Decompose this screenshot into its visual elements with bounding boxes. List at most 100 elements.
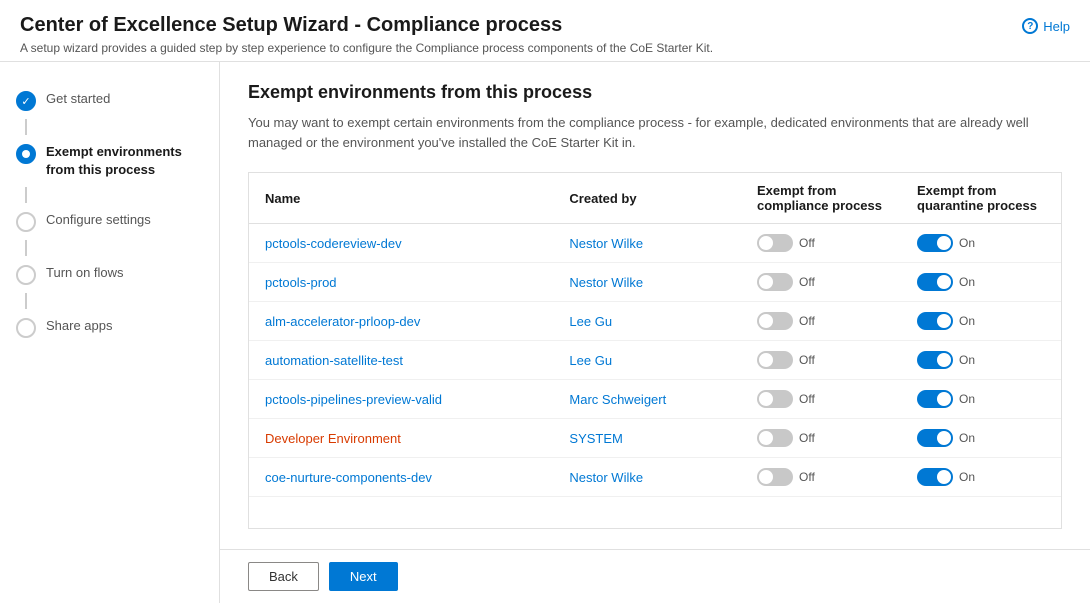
env-name-cell[interactable]: automation-satellite-test <box>249 341 553 380</box>
compliance-toggle-container: Off <box>757 468 885 486</box>
quarantine-toggle[interactable] <box>917 468 953 486</box>
table-row: pctools-pipelines-preview-validMarc Schw… <box>249 380 1061 419</box>
compliance-toggle-knob <box>759 275 773 289</box>
section-title: Exempt environments from this process <box>248 82 1062 103</box>
quarantine-toggle-knob <box>937 431 951 445</box>
quarantine-toggle-label: On <box>959 392 975 406</box>
compliance-toggle-cell[interactable]: Off <box>741 419 901 458</box>
quarantine-toggle-cell[interactable]: On <box>901 380 1061 419</box>
compliance-toggle-label: Off <box>799 314 815 328</box>
sidebar-item-turn-on-flows[interactable]: Turn on flows <box>0 256 219 293</box>
table-row: pctools-codereview-devNestor Wilke Off On <box>249 224 1061 263</box>
quarantine-toggle-cell[interactable]: On <box>901 341 1061 380</box>
table-row: pctools-prodNestor WilkeOffOn <box>249 263 1061 302</box>
sidebar-label-flows: Turn on flows <box>46 264 124 282</box>
compliance-toggle-cell[interactable]: Off <box>741 380 901 419</box>
quarantine-toggle-container: On <box>917 273 1045 291</box>
compliance-toggle[interactable] <box>757 429 793 447</box>
quarantine-toggle[interactable] <box>917 234 953 252</box>
quarantine-toggle-label: On <box>959 353 975 367</box>
quarantine-toggle-cell[interactable]: On <box>901 302 1061 341</box>
step-circle-flows <box>16 265 36 285</box>
compliance-toggle-label: Off <box>799 392 815 406</box>
created-by-cell: Marc Schweigert <box>553 380 741 419</box>
sidebar-label-exempt: Exempt environments from this process <box>46 143 203 179</box>
quarantine-toggle-cell[interactable]: On <box>901 419 1061 458</box>
compliance-toggle-label: Off <box>799 236 815 250</box>
env-name-cell[interactable]: pctools-prod <box>249 263 553 302</box>
step-connector-2 <box>25 187 27 203</box>
compliance-toggle[interactable] <box>757 234 793 252</box>
compliance-toggle-container: Off <box>757 273 885 291</box>
env-name-cell[interactable]: pctools-pipelines-preview-valid <box>249 380 553 419</box>
section-description: You may want to exempt certain environme… <box>248 113 1062 152</box>
compliance-toggle[interactable] <box>757 312 793 330</box>
env-name-cell[interactable]: Developer Environment <box>249 419 553 458</box>
compliance-toggle-knob <box>759 236 773 250</box>
created-by-cell: Lee Gu <box>553 341 741 380</box>
table-row: coe-nurture-components-devNestor WilkeOf… <box>249 458 1061 497</box>
quarantine-toggle-cell[interactable]: On <box>901 263 1061 302</box>
step-connector-3 <box>25 240 27 256</box>
quarantine-toggle[interactable] <box>917 429 953 447</box>
env-name-cell[interactable]: coe-nurture-components-dev <box>249 458 553 497</box>
header: Center of Excellence Setup Wizard - Comp… <box>0 0 1090 62</box>
quarantine-toggle[interactable] <box>917 351 953 369</box>
compliance-toggle-cell[interactable]: Off <box>741 341 901 380</box>
content-body: Exempt environments from this process Yo… <box>220 62 1090 549</box>
col-header-created-by: Created by <box>553 173 741 224</box>
compliance-toggle[interactable] <box>757 390 793 408</box>
compliance-toggle-knob <box>759 353 773 367</box>
compliance-toggle[interactable] <box>757 273 793 291</box>
environments-table: Name Created by Exempt from compliance p… <box>249 173 1061 497</box>
sidebar-item-configure-settings[interactable]: Configure settings <box>0 203 219 240</box>
header-text: Center of Excellence Setup Wizard - Comp… <box>20 14 713 55</box>
table-row: alm-accelerator-prloop-devLee GuOffOn <box>249 302 1061 341</box>
quarantine-toggle-knob <box>937 236 951 250</box>
quarantine-toggle-cell[interactable]: On <box>901 458 1061 497</box>
compliance-toggle-cell[interactable]: Off <box>741 224 901 263</box>
footer: Back Next <box>220 549 1090 603</box>
quarantine-toggle[interactable] <box>917 273 953 291</box>
quarantine-toggle-label: On <box>959 236 975 250</box>
compliance-toggle-knob <box>759 470 773 484</box>
environments-table-container[interactable]: Name Created by Exempt from compliance p… <box>248 172 1062 529</box>
quarantine-toggle-container: On <box>917 429 1045 447</box>
sidebar-item-get-started[interactable]: Get started <box>0 82 219 119</box>
help-link[interactable]: ? Help <box>1022 14 1070 34</box>
quarantine-toggle-knob <box>937 392 951 406</box>
compliance-toggle[interactable] <box>757 468 793 486</box>
col-header-name: Name <box>249 173 553 224</box>
quarantine-toggle-container: On <box>917 390 1045 408</box>
compliance-toggle[interactable] <box>757 351 793 369</box>
quarantine-toggle-label: On <box>959 470 975 484</box>
compliance-toggle-cell[interactable]: Off <box>741 458 901 497</box>
step-connector-1 <box>25 119 27 135</box>
quarantine-toggle[interactable] <box>917 390 953 408</box>
compliance-toggle-cell[interactable]: Off <box>741 263 901 302</box>
main-layout: Get started Exempt environments from thi… <box>0 62 1090 603</box>
quarantine-toggle-container: On <box>917 234 1045 252</box>
quarantine-toggle-knob <box>937 314 951 328</box>
back-button[interactable]: Back <box>248 562 319 591</box>
quarantine-toggle[interactable] <box>917 312 953 330</box>
quarantine-toggle-label: On <box>959 314 975 328</box>
quarantine-toggle-cell[interactable]: On <box>901 224 1061 263</box>
compliance-toggle-knob <box>759 392 773 406</box>
sidebar-item-share-apps[interactable]: Share apps <box>0 309 219 346</box>
env-name-cell[interactable]: alm-accelerator-prloop-dev <box>249 302 553 341</box>
sidebar-item-exempt-environments[interactable]: Exempt environments from this process <box>0 135 219 187</box>
app-container: Center of Excellence Setup Wizard - Comp… <box>0 0 1090 603</box>
page-subtitle: A setup wizard provides a guided step by… <box>20 41 713 55</box>
env-name-cell[interactable]: pctools-codereview-dev <box>249 224 553 263</box>
sidebar-label-share: Share apps <box>46 317 113 335</box>
compliance-toggle-container: Off <box>757 234 885 252</box>
quarantine-toggle-label: On <box>959 275 975 289</box>
step-circle-share <box>16 318 36 338</box>
compliance-toggle-label: Off <box>799 275 815 289</box>
next-button[interactable]: Next <box>329 562 398 591</box>
compliance-toggle-cell[interactable]: Off <box>741 302 901 341</box>
created-by-cell: Nestor Wilke <box>553 224 741 263</box>
page-title: Center of Excellence Setup Wizard - Comp… <box>20 14 713 37</box>
compliance-toggle-container: Off <box>757 429 885 447</box>
